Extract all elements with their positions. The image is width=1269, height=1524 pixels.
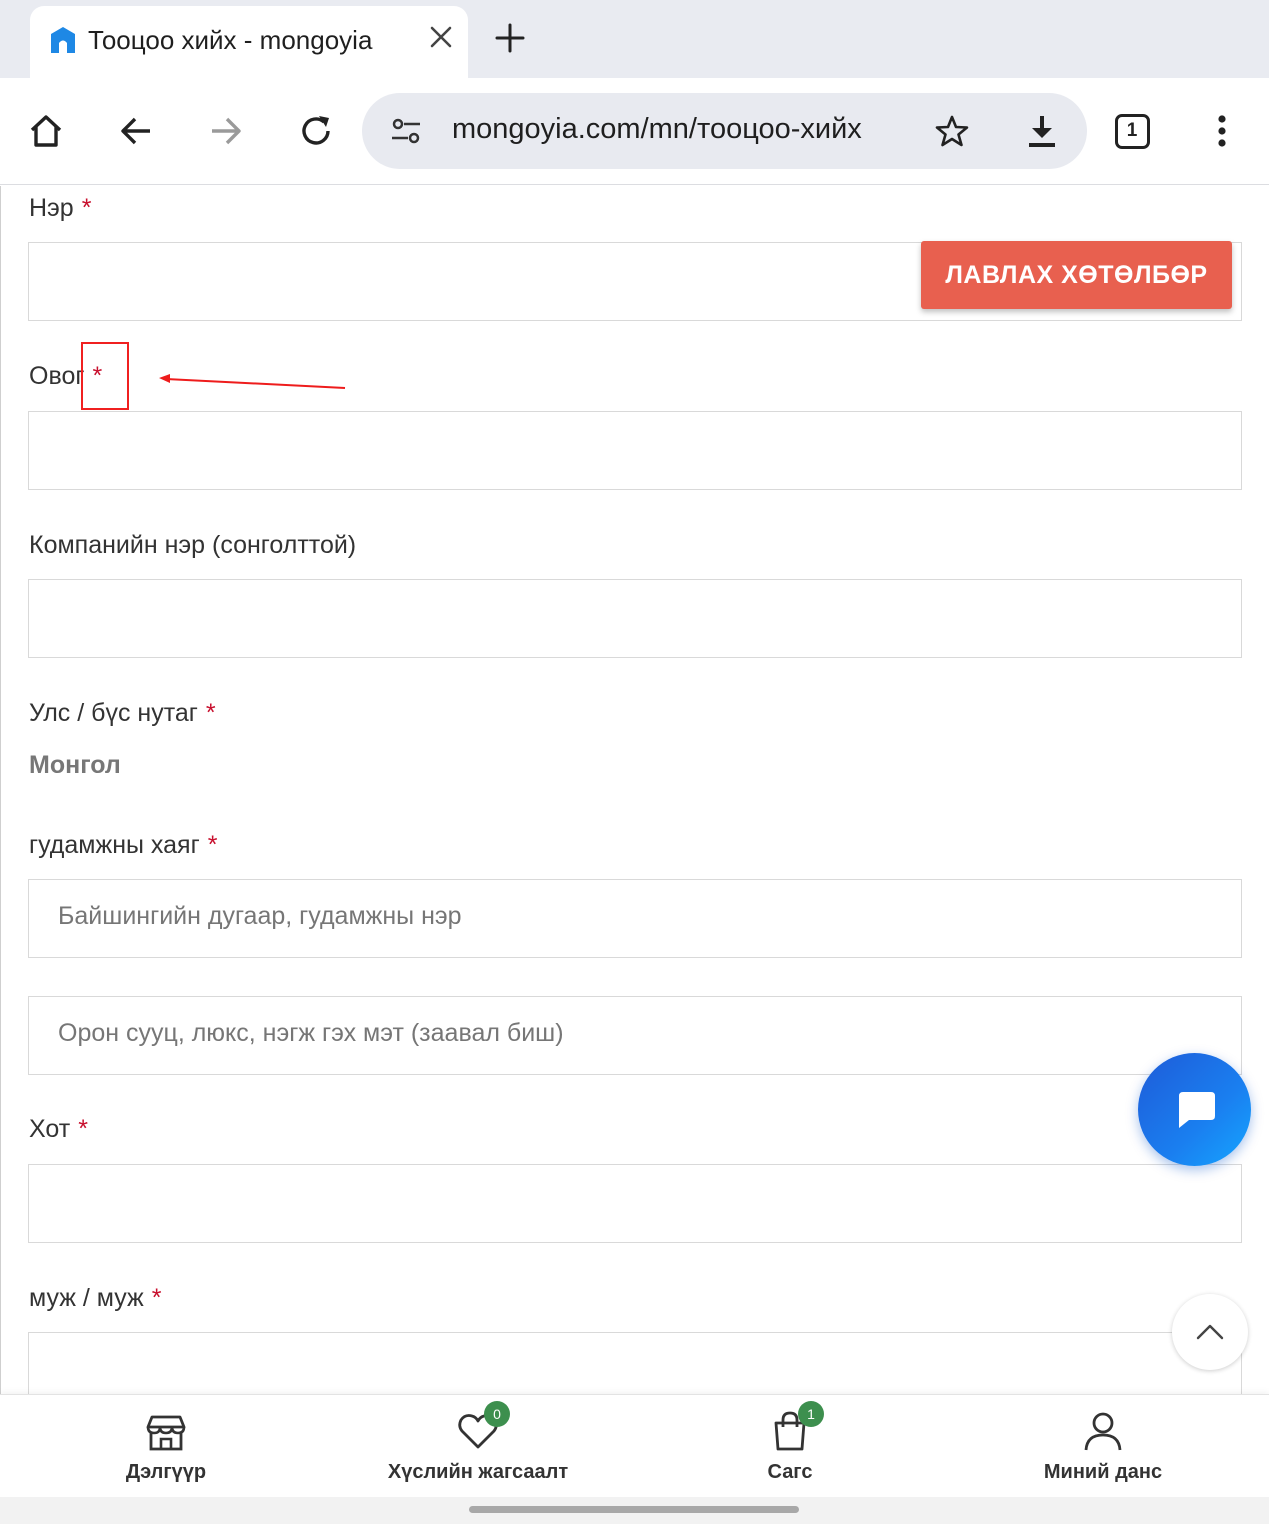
new-tab-icon[interactable] bbox=[494, 22, 526, 54]
tab-switcher-button[interactable]: 1 bbox=[1110, 109, 1154, 153]
street-field[interactable]: Байшингийн дугаар, гудамжны нэр bbox=[28, 879, 1242, 958]
country-value: Монгол bbox=[29, 751, 121, 779]
street-placeholder: Байшингийн дугаар, гудамжны нэр bbox=[58, 902, 462, 930]
annotation-arrow-icon bbox=[159, 374, 346, 389]
last-name-field[interactable] bbox=[28, 411, 1242, 490]
menu-button[interactable] bbox=[1200, 109, 1244, 153]
close-tab-icon[interactable] bbox=[428, 24, 454, 50]
tab-count-icon: 1 bbox=[1114, 113, 1150, 149]
nav-cart-label: Сагс bbox=[767, 1461, 813, 1483]
more-vertical-icon bbox=[1218, 115, 1226, 147]
company-field[interactable] bbox=[28, 579, 1242, 658]
bottom-navigation: Дэлгүүр 0 Хүслийн жагсаалт 1 Сагс Миний … bbox=[0, 1394, 1269, 1497]
gesture-handle[interactable] bbox=[469, 1506, 799, 1513]
back-button[interactable] bbox=[114, 109, 158, 153]
state-field[interactable] bbox=[28, 1332, 1242, 1394]
wishlist-count-badge: 0 bbox=[484, 1401, 510, 1427]
forward-button[interactable] bbox=[204, 109, 248, 153]
store-icon bbox=[144, 1409, 188, 1453]
browser-tab[interactable]: Тооцоо хийх - mongoyia bbox=[30, 6, 468, 78]
back-arrow-icon bbox=[121, 117, 150, 145]
forward-arrow-icon bbox=[212, 117, 241, 145]
company-label: Компанийн нэр (сонголттой) bbox=[29, 531, 357, 559]
apartment-field[interactable]: Орон сууц, люкс, нэгж гэх мэт (заавал би… bbox=[28, 996, 1242, 1075]
nav-shop[interactable]: Дэлгүүр bbox=[66, 1395, 266, 1498]
tab-title: Тооцоо хийх - mongoyia bbox=[88, 25, 373, 55]
nav-wishlist-label: Хүслийн жагсаалт bbox=[387, 1461, 569, 1483]
heart-icon: 0 bbox=[456, 1401, 510, 1453]
address-bar[interactable]: mongoyia.com/mn/тооцоо-хийх bbox=[362, 93, 1087, 169]
home-icon bbox=[30, 115, 62, 147]
chat-button[interactable] bbox=[1138, 1053, 1251, 1166]
home-button[interactable] bbox=[24, 109, 68, 153]
country-label: Улс / бүс нутаг * bbox=[29, 699, 216, 727]
nav-account[interactable]: Миний данс bbox=[1003, 1395, 1203, 1498]
system-navigation-bar bbox=[0, 1497, 1269, 1524]
url-text: mongoyia.com/mn/тооцоо-хийх bbox=[452, 113, 862, 145]
checkout-form: Нэр * ЛАВЛАХ ХӨТӨЛБӨР Овог * Компанийн нэр… bbox=[0, 186, 1269, 1394]
tab-count: 1 bbox=[1126, 120, 1138, 141]
nav-cart[interactable]: 1 Сагс bbox=[690, 1395, 890, 1498]
scroll-to-top-button[interactable] bbox=[1172, 1294, 1248, 1370]
chevron-up-icon bbox=[1196, 1324, 1224, 1340]
tab-strip: Тооцоо хийх - mongoyia bbox=[0, 0, 1269, 78]
apartment-placeholder: Орон сууц, люкс, нэгж гэх мэт (заавал би… bbox=[58, 1019, 564, 1047]
nav-shop-label: Дэлгүүр bbox=[125, 1461, 207, 1483]
nav-wishlist[interactable]: 0 Хүслийн жагсаалт bbox=[358, 1395, 598, 1498]
bookmark-star-icon[interactable] bbox=[934, 113, 970, 149]
cart-count-badge: 1 bbox=[798, 1401, 824, 1427]
download-icon bbox=[1029, 116, 1055, 147]
shopping-bag-icon: 1 bbox=[768, 1401, 824, 1453]
reload-button[interactable] bbox=[294, 109, 338, 153]
street-label: гудамжны хаяг * bbox=[29, 831, 218, 859]
user-icon bbox=[1081, 1409, 1125, 1453]
city-field[interactable] bbox=[28, 1164, 1242, 1243]
browser-toolbar: mongoyia.com/mn/тооцоо-хийх 1 bbox=[0, 78, 1269, 185]
download-button[interactable] bbox=[1020, 109, 1064, 153]
reload-icon bbox=[302, 116, 330, 145]
state-label: муж / муж * bbox=[29, 1284, 162, 1312]
site-settings-icon[interactable] bbox=[390, 115, 422, 147]
annotation-highlight-box bbox=[81, 342, 129, 410]
site-favicon-icon bbox=[51, 27, 75, 53]
city-label: Хот * bbox=[29, 1115, 88, 1143]
reference-program-button[interactable]: ЛАВЛАХ ХӨТӨЛБӨР bbox=[921, 241, 1232, 309]
chat-bubble-icon bbox=[1178, 1091, 1215, 1128]
nav-account-label: Миний данс bbox=[1043, 1461, 1163, 1483]
first-name-label: Нэр * bbox=[29, 194, 92, 222]
